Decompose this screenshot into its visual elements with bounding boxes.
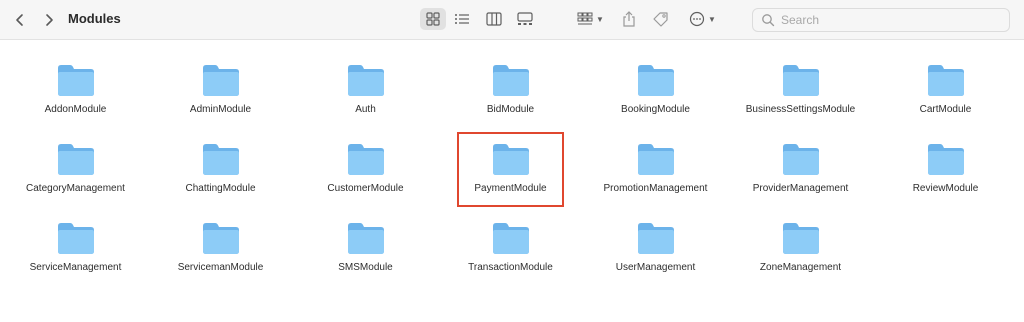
folder-item[interactable]: SMSModule [293, 216, 438, 295]
folder-icon [57, 144, 94, 175]
folder-icon [492, 65, 529, 96]
group-grid-icon [577, 12, 593, 25]
folder-label: PromotionManagement [603, 183, 708, 194]
folder-label: TransactionModule [468, 262, 553, 273]
folder-icon [202, 223, 239, 254]
folder-label: ServicemanModule [177, 262, 264, 273]
gallery-icon [517, 12, 533, 25]
folder-label: ProviderManagement [752, 183, 849, 194]
forward-button[interactable] [38, 9, 60, 31]
folder-icon [492, 223, 529, 254]
folder-label: BusinessSettingsModule [745, 104, 856, 115]
gallery-view-button[interactable] [512, 8, 538, 30]
folder-grid: AddonModule AdminModule Auth BidModule B… [0, 58, 1024, 295]
chevron-left-icon [16, 14, 23, 26]
folder-label: ZoneManagement [759, 262, 842, 273]
folder-item[interactable]: ChattingModule [148, 137, 293, 216]
folder-item[interactable]: ServicemanModule [148, 216, 293, 295]
folder-icon [57, 223, 94, 254]
folder-label: UserManagement [615, 262, 696, 273]
folder-label: AddonModule [44, 104, 107, 115]
folder-icon [927, 144, 964, 175]
folder-item[interactable]: TransactionModule [438, 216, 583, 295]
folder-icon [57, 65, 94, 96]
folder-item[interactable]: ZoneManagement [728, 216, 873, 295]
folder-icon [927, 65, 964, 96]
more-actions-button[interactable]: ▼ [689, 8, 716, 30]
folder-item[interactable]: PromotionManagement [583, 137, 728, 216]
folder-item[interactable]: CategoryManagement [3, 137, 148, 216]
folder-label: Auth [355, 104, 376, 115]
ellipsis-circle-icon [689, 11, 705, 27]
folder-label: ReviewModule [912, 183, 979, 194]
folder-item[interactable]: PaymentModule [438, 137, 583, 216]
chevron-right-icon [46, 14, 53, 26]
chevron-down-icon: ▼ [708, 14, 716, 24]
folder-icon [347, 144, 384, 175]
icon-view-button[interactable] [420, 8, 446, 30]
folder-item[interactable]: BusinessSettingsModule [728, 58, 873, 137]
folder-item[interactable]: AddonModule [3, 58, 148, 137]
folder-item[interactable]: BookingModule [583, 58, 728, 137]
folder-icon [782, 223, 819, 254]
folder-icon [347, 223, 384, 254]
folder-icon [782, 65, 819, 96]
finder-toolbar: Modules ▼ ▼ Search [0, 0, 1024, 40]
share-icon [623, 11, 635, 27]
folder-icon [202, 65, 239, 96]
folder-item[interactable]: UserManagement [583, 216, 728, 295]
folder-label: AdminModule [189, 104, 252, 115]
folder-item[interactable]: ReviewModule [873, 137, 1018, 216]
folder-label: CategoryManagement [26, 183, 125, 194]
folder-label: BidModule [486, 104, 535, 115]
folder-icon [637, 65, 674, 96]
folder-icon [782, 144, 819, 175]
folder-label: CartModule [919, 104, 972, 115]
folder-icon [347, 65, 384, 96]
folder-icon [637, 144, 674, 175]
search-field[interactable] [752, 8, 1010, 32]
folder-icon [202, 144, 239, 175]
grid-icon [426, 12, 440, 26]
list-icon [455, 14, 469, 24]
column-view-button[interactable] [481, 8, 507, 30]
share-button[interactable] [622, 8, 636, 30]
tag-icon [653, 12, 668, 27]
folder-item[interactable]: ServiceManagement [3, 216, 148, 295]
columns-icon [486, 12, 502, 26]
folder-icon [637, 223, 674, 254]
folder-label: PaymentModule [474, 183, 547, 194]
window-title: Modules [68, 11, 121, 26]
search-input[interactable] [781, 13, 1001, 27]
folder-item[interactable]: BidModule [438, 58, 583, 137]
folder-label: SMSModule [338, 262, 393, 273]
folder-label: ChattingModule [185, 183, 256, 194]
folder-item[interactable]: CustomerModule [293, 137, 438, 216]
folder-item[interactable]: ProviderManagement [728, 137, 873, 216]
tag-button[interactable] [652, 8, 670, 30]
folder-item[interactable]: AdminModule [148, 58, 293, 137]
search-icon [762, 14, 775, 27]
list-view-button[interactable] [449, 8, 475, 30]
folder-label: ServiceManagement [29, 262, 122, 273]
folder-icon [492, 144, 529, 175]
group-button[interactable]: ▼ [577, 8, 604, 30]
chevron-down-icon: ▼ [596, 14, 604, 24]
folder-item[interactable]: Auth [293, 58, 438, 137]
folder-item[interactable]: CartModule [873, 58, 1018, 137]
folder-label: BookingModule [621, 104, 690, 115]
back-button[interactable] [9, 9, 31, 31]
folder-label: CustomerModule [327, 183, 404, 194]
